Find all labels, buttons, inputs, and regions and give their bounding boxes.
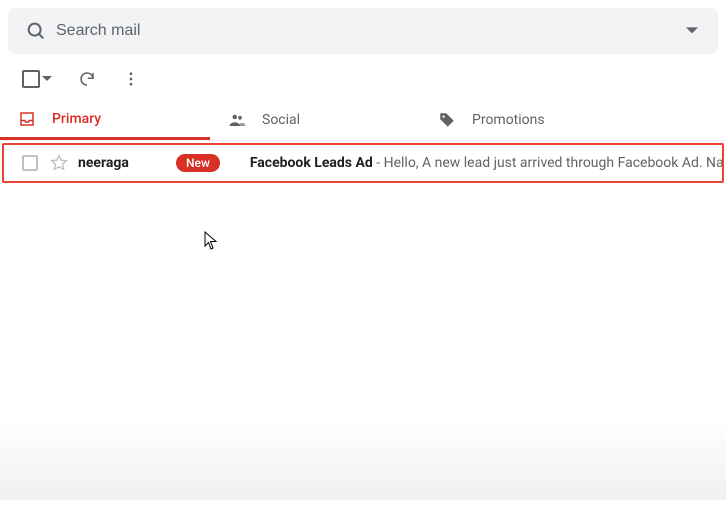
- search-options-dropdown[interactable]: [674, 25, 710, 37]
- email-sender: neeraga: [78, 155, 176, 171]
- tab-promotions[interactable]: Promotions: [420, 100, 630, 140]
- tab-label: Primary: [52, 111, 101, 127]
- chevron-down-icon[interactable]: [42, 74, 52, 84]
- new-badge: New: [176, 154, 220, 172]
- tab-label: Social: [262, 112, 300, 128]
- refresh-button[interactable]: [78, 70, 96, 88]
- star-icon[interactable]: [50, 154, 68, 172]
- search-bar[interactable]: [8, 8, 718, 54]
- inbox-icon: [18, 110, 36, 128]
- select-all[interactable]: [22, 70, 52, 88]
- mouse-cursor-icon: [204, 231, 218, 255]
- email-content: Facebook Leads Ad - Hello, A new lead ju…: [250, 155, 724, 171]
- tab-primary[interactable]: Primary: [0, 100, 210, 140]
- category-tabs: Primary Social Promotions: [0, 100, 726, 141]
- email-row[interactable]: neeraga New Facebook Leads Ad - Hello, A…: [2, 143, 724, 183]
- tab-social[interactable]: Social: [210, 100, 420, 140]
- more-button[interactable]: [122, 70, 140, 88]
- search-input[interactable]: [56, 22, 674, 40]
- email-snippet-separator: -: [373, 155, 384, 171]
- email-subject: Facebook Leads Ad: [250, 155, 373, 171]
- email-snippet: Hello, A new lead just arrived through F…: [384, 155, 724, 171]
- tag-icon: [438, 111, 456, 129]
- people-icon: [228, 111, 246, 129]
- bottom-gradient: [0, 420, 726, 500]
- row-checkbox[interactable]: [22, 155, 38, 171]
- toolbar: [0, 60, 726, 100]
- tab-label: Promotions: [472, 112, 545, 128]
- select-all-checkbox[interactable]: [22, 70, 40, 88]
- search-icon: [16, 20, 56, 42]
